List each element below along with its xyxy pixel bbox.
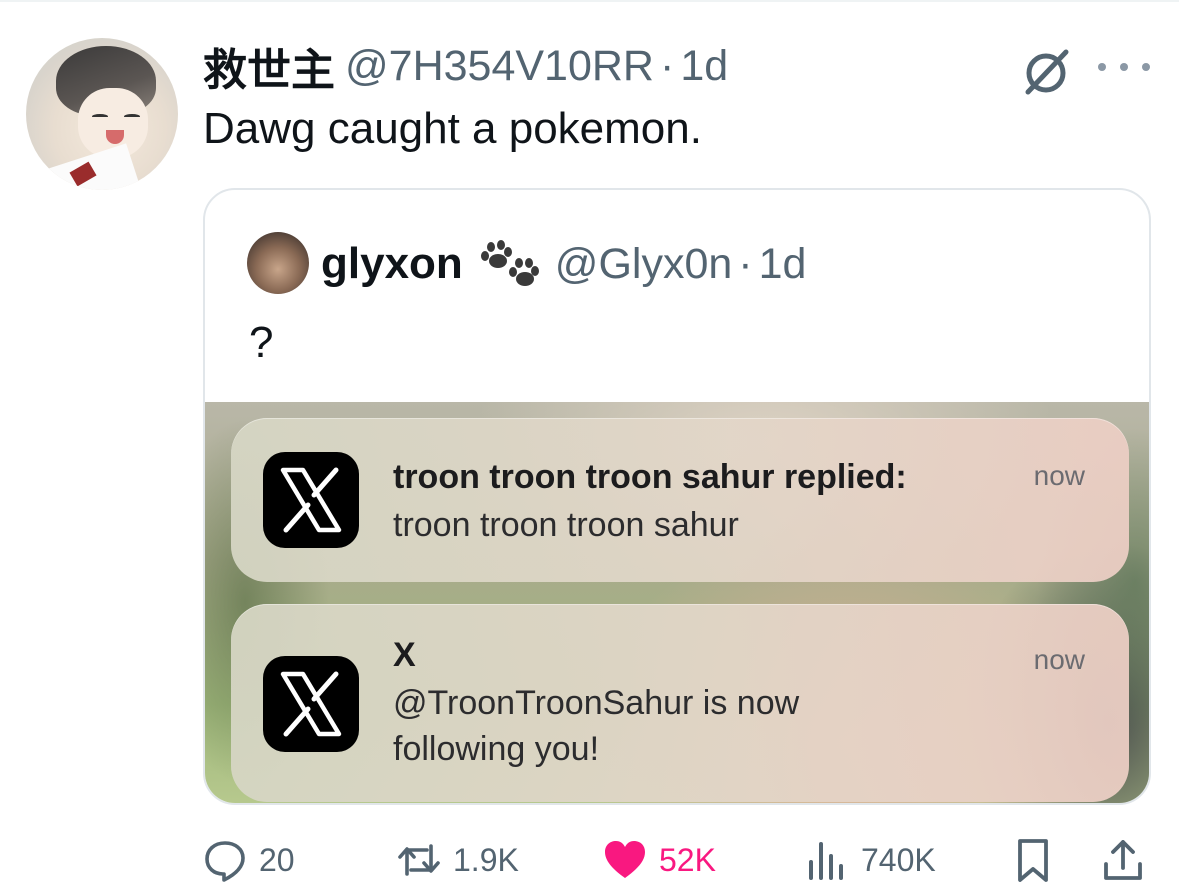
share-icon — [1104, 840, 1142, 880]
repost-icon — [398, 844, 440, 876]
tweet-text: Dawg caught a pokemon. — [203, 104, 702, 153]
author-handle[interactable]: @7H354V10RR — [345, 42, 654, 91]
like-count: 52K — [659, 841, 716, 878]
grok-icon[interactable] — [1020, 46, 1072, 98]
quoted-tweet-text: ? — [249, 318, 274, 367]
notification-card: troon troon troon sahur replied: troon t… — [231, 418, 1129, 582]
bookmark-button[interactable] — [1011, 832, 1055, 888]
header-separator: · — [659, 41, 675, 90]
avatar-eye — [92, 114, 108, 119]
repost-button[interactable]: 1.9K — [397, 832, 519, 888]
notification-title: X — [393, 636, 416, 674]
paw-emoji-icon — [480, 240, 539, 286]
views-icon — [809, 842, 843, 880]
notification-body: @TroonTroonSahur is now following you! — [393, 680, 799, 772]
notification-time: now — [1033, 644, 1085, 675]
quoted-tweet-timestamp[interactable]: 1d — [759, 240, 807, 289]
notification-title: troon troon troon sahur replied: — [393, 458, 907, 496]
quoted-header-separator: · — [738, 239, 753, 288]
tweet-header: 救世主 @7H354V10RR · 1d — [203, 38, 728, 96]
notification-body: troon troon troon sahur — [393, 506, 739, 544]
quoted-tweet-image[interactable]: troon troon troon sahur replied: troon t… — [205, 402, 1149, 803]
notification-body-line: @TroonTroonSahur is now — [393, 684, 800, 722]
share-button[interactable] — [1101, 832, 1145, 888]
views-count: 740K — [861, 841, 936, 878]
top-divider — [0, 0, 1179, 2]
tweet-timestamp[interactable]: 1d — [680, 42, 728, 91]
reply-icon — [205, 841, 245, 882]
quoted-tweet-header: glyxon @Glyx0n · 1d — [321, 234, 806, 294]
avatar-eye — [124, 114, 140, 119]
reply-button[interactable]: 20 — [203, 832, 295, 888]
more-dot — [1098, 63, 1106, 71]
author-avatar[interactable] — [26, 38, 178, 190]
notification-card: X @TroonTroonSahur is now following you!… — [231, 604, 1129, 802]
bookmark-icon — [1018, 839, 1048, 882]
reply-count: 20 — [259, 841, 295, 878]
quoted-author-name[interactable]: glyxon — [321, 239, 463, 289]
quoted-tweet-card[interactable]: glyxon @Glyx0n · 1d ? troon troon troon … — [203, 188, 1151, 805]
author-name[interactable]: 救世主 — [203, 34, 335, 98]
notification-time: now — [1033, 460, 1085, 491]
like-button[interactable]: 52K — [603, 832, 716, 888]
tweet-action-bar: 20 1.9K 52K 740K — [203, 832, 1151, 888]
like-icon — [605, 841, 645, 878]
more-dot — [1120, 63, 1128, 71]
views-button[interactable]: 740K — [805, 832, 936, 888]
more-dot — [1142, 63, 1150, 71]
quoted-author-avatar[interactable] — [247, 232, 309, 294]
x-logo-icon — [263, 656, 359, 752]
x-logo-icon — [263, 452, 359, 548]
repost-count: 1.9K — [453, 841, 519, 878]
quoted-author-handle[interactable]: @Glyx0n — [555, 240, 732, 289]
more-icon[interactable] — [1098, 52, 1150, 82]
notification-body-line: following you! — [393, 730, 600, 768]
